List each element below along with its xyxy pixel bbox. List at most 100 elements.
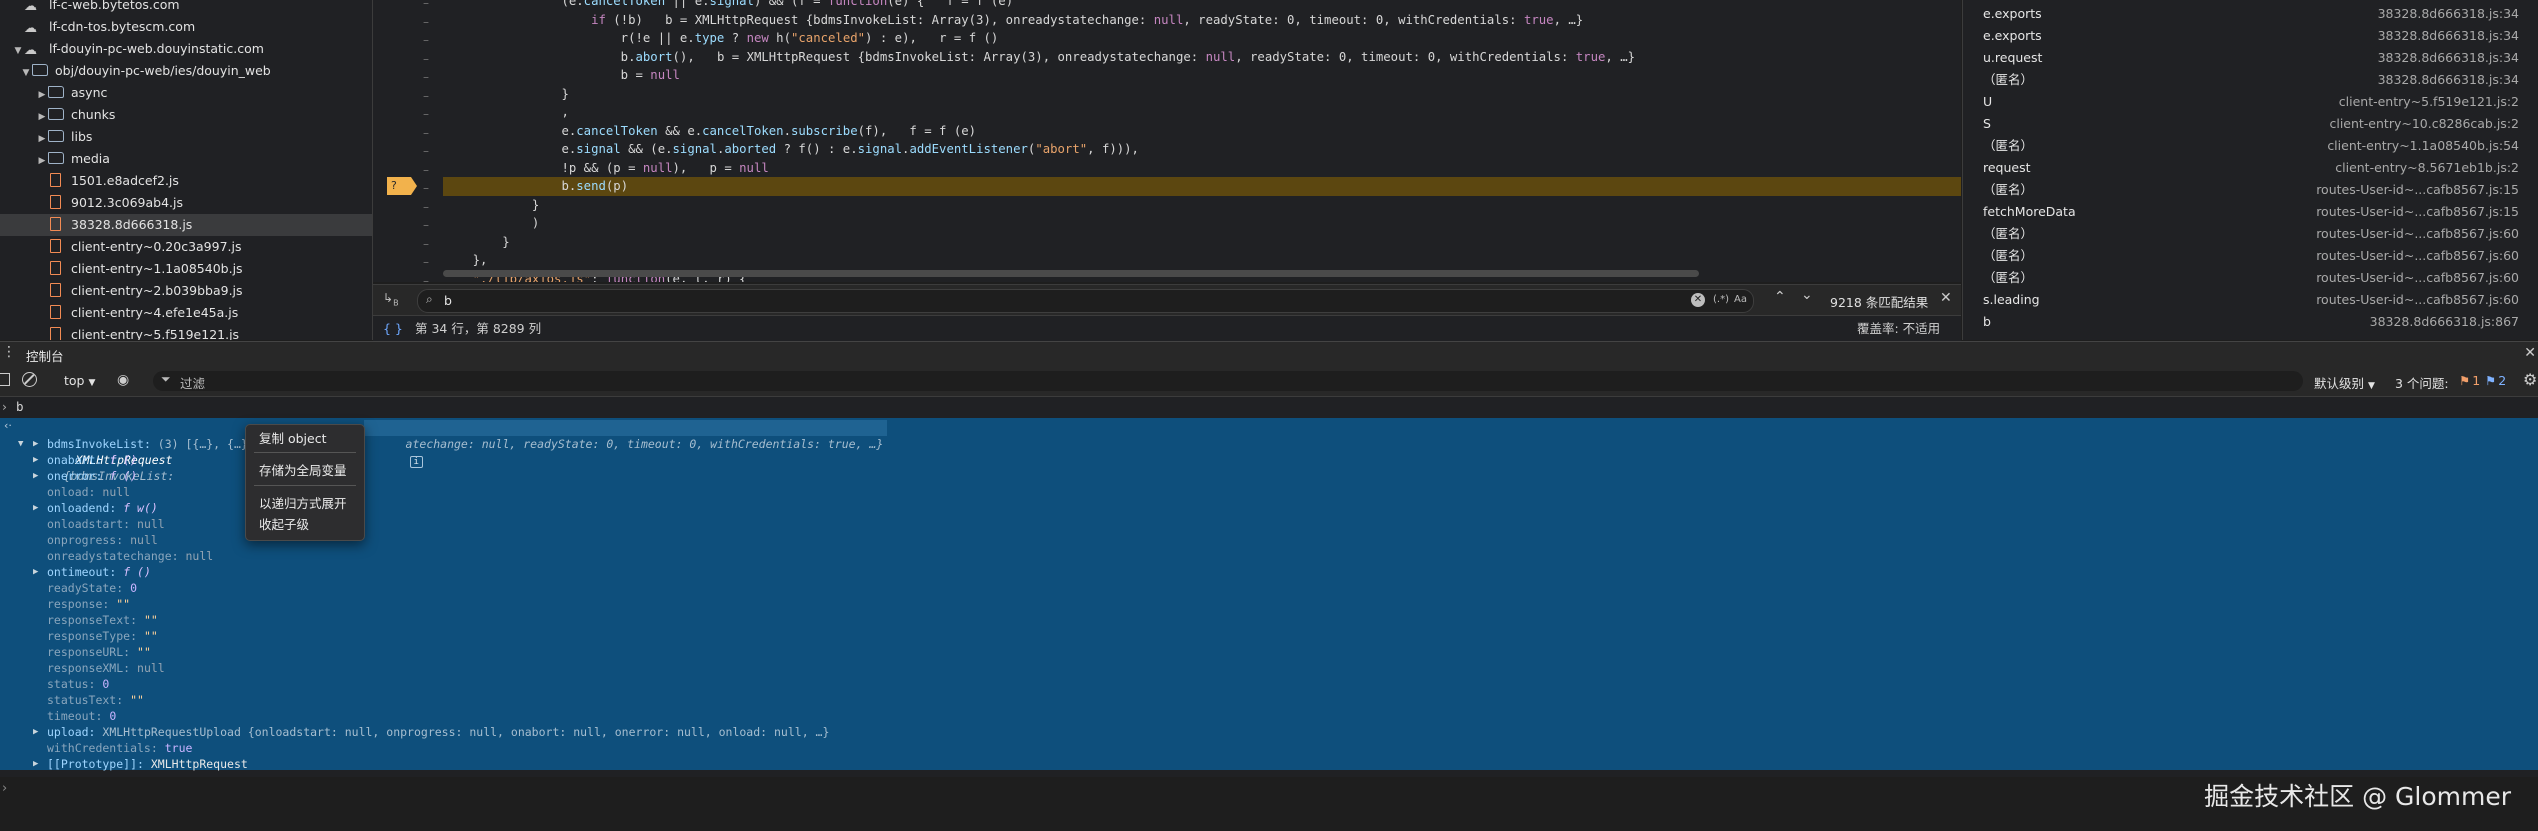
next-match-icon[interactable]: ⌄ xyxy=(1801,287,1813,303)
file-tree-item[interactable]: client-entry~2.b039bba9.js xyxy=(0,280,372,302)
file-tree-item[interactable]: 9012.3c069ab4.js xyxy=(0,192,372,214)
menu-collapse-children[interactable]: 收起子级 xyxy=(259,515,309,535)
search-box[interactable]: ⌕ b ✕ (.*) Aa xyxy=(417,289,1754,313)
collapse-triangle-icon[interactable]: ▼ xyxy=(18,436,23,452)
code-editor[interactable]: –––––––––––––––––? (e.cancelToken || e.s… xyxy=(373,0,1961,282)
info-issues-badge[interactable]: ⚑ 2 xyxy=(2485,373,2506,388)
code-line[interactable]: e.cancelToken && e.cancelToken.subscribe… xyxy=(443,122,1961,141)
object-header[interactable]: ▼ XMLHttpRequest {bdmsInvokeList: xyxy=(18,420,174,483)
call-frame[interactable]: e.exports 38328.8d666318.js:34 xyxy=(1963,25,2538,47)
chevron-right-icon[interactable]: ▶ xyxy=(36,128,48,150)
call-frame[interactable]: fetchMoreData routes-User-id~...cafb8567.… xyxy=(1963,201,2538,223)
line-gutter[interactable]: –––––––––––––––––? xyxy=(373,0,443,282)
expand-triangle-icon[interactable]: ▶ xyxy=(33,724,38,740)
coverage-status[interactable]: 覆盖率: 不适用 xyxy=(1857,316,1940,342)
expand-triangle-icon[interactable]: ▶ xyxy=(33,436,38,452)
clear-search-icon[interactable]: ✕ xyxy=(1691,293,1705,307)
issues-label[interactable]: 3 个问题: xyxy=(2395,373,2449,392)
call-frame[interactable]: （匿名） routes-User-id~...cafb8567.js:60 xyxy=(1963,267,2538,289)
filter-box[interactable]: ⏷ 过滤 xyxy=(153,371,2303,391)
drawer-menu-icon[interactable]: ⋮ xyxy=(2,344,16,360)
file-tree-item[interactable]: client-entry~5.f519e121.js xyxy=(0,324,372,340)
paused-code-line[interactable]: b.send(p) xyxy=(443,177,1961,196)
object-property[interactable]: ▶ onerror: f () xyxy=(33,468,137,484)
chevron-down-icon[interactable]: ▼ xyxy=(12,40,24,62)
code-line[interactable]: (e.cancelToken || e.signal) && (f = func… xyxy=(443,0,1961,11)
regex-toggle[interactable]: (.*) xyxy=(1713,294,1729,305)
call-frame[interactable]: （匿名） client-entry~1.1a08540b.js:54 xyxy=(1963,135,2538,157)
call-frame[interactable]: （匿名） 38328.8d666318.js:34 xyxy=(1963,69,2538,91)
search-input[interactable]: b xyxy=(444,293,452,308)
file-tree-item[interactable]: client-entry~4.efe1e45a.js xyxy=(0,302,372,324)
file-tree-item[interactable]: client-entry~1.1a08540b.js xyxy=(0,258,372,280)
call-frame[interactable]: （匿名） routes-User-id~...cafb8567.js:60 xyxy=(1963,245,2538,267)
chevron-right-icon[interactable]: ▶ xyxy=(36,150,48,172)
chevron-right-icon[interactable]: ▶ xyxy=(36,106,48,128)
file-tree-item[interactable]: ▶ chunks xyxy=(0,104,372,126)
horizontal-scrollbar[interactable] xyxy=(443,270,1699,277)
code-line[interactable]: b = null xyxy=(443,66,1961,85)
console-prompt-area[interactable]: › xyxy=(0,777,2538,831)
breakpoint-marker[interactable]: ? xyxy=(387,177,417,195)
gutter-marker[interactable]: – xyxy=(423,270,435,283)
console-log[interactable]: › b ‹· ▼ XMLHttpRequest {bdmsInvokeList:… xyxy=(0,397,2538,777)
call-frame[interactable]: b 38328.8d666318.js:867 xyxy=(1963,311,2538,333)
info-badge[interactable]: i xyxy=(409,456,423,468)
code-line[interactable]: !p && (p = null), p = null xyxy=(443,159,1961,178)
object-property[interactable]: ▶ [[Prototype]]: XMLHttpRequest xyxy=(33,756,248,772)
eye-icon[interactable]: ◉ xyxy=(117,372,129,388)
code-line[interactable]: } xyxy=(443,196,1961,215)
code-line[interactable]: }, xyxy=(443,251,1961,270)
call-frame[interactable]: s.leading routes-User-id~...cafb8567.js:6… xyxy=(1963,289,2538,311)
gear-icon[interactable]: ⚙ xyxy=(2523,370,2537,389)
case-toggle[interactable]: Aa xyxy=(1734,294,1747,305)
expand-triangle-icon[interactable]: ▶ xyxy=(33,452,38,468)
clear-console-icon[interactable] xyxy=(22,372,37,387)
call-frame[interactable]: e.exports 38328.8d666318.js:34 xyxy=(1963,3,2538,25)
menu-expand-recursively[interactable]: 以递归方式展开 xyxy=(259,494,347,514)
file-tree-item[interactable]: ▶ async xyxy=(0,82,372,104)
file-tree-item[interactable]: ▶ libs xyxy=(0,126,372,148)
log-level-selector[interactable]: 默认级别 ▼ xyxy=(2314,373,2375,392)
object-property[interactable]: ▶ ontimeout: f () xyxy=(33,564,151,580)
search-toggle-icon[interactable]: ↳B xyxy=(383,291,399,307)
sidebar-toggle-icon[interactable] xyxy=(0,373,10,386)
file-tree-item[interactable]: 1501.e8adcef2.js xyxy=(0,170,372,192)
call-frame[interactable]: Uclient-entry~5.f519e121.js:2 xyxy=(1963,91,2538,113)
code-line[interactable]: ) xyxy=(443,214,1961,233)
expand-triangle-icon[interactable]: ▶ xyxy=(33,564,38,580)
file-tree-item[interactable]: ▶ media xyxy=(0,148,372,170)
file-tree-item[interactable]: ☁ lf-c-web.bytetos.com xyxy=(0,0,372,16)
close-search-icon[interactable]: ✕ xyxy=(1940,290,1952,306)
call-frame[interactable]: request client-entry~8.5671eb1b.js:2 xyxy=(1963,157,2538,179)
code-line[interactable]: , xyxy=(443,103,1961,122)
code-line[interactable]: if (!b) b = XMLHttpRequest {bdmsInvokeLi… xyxy=(443,11,1961,30)
expand-triangle-icon[interactable]: ▶ xyxy=(33,756,38,772)
chevron-down-icon[interactable]: ▼ xyxy=(20,62,32,84)
file-tree-item[interactable]: ▼ ☁ lf-douyin-pc-web.douyinstatic.com xyxy=(0,38,372,60)
menu-copy-object[interactable]: 复制 object xyxy=(259,429,327,449)
call-frame[interactable]: （匿名） routes-User-id~...cafb8567.js:15 xyxy=(1963,179,2538,201)
close-drawer-icon[interactable]: ✕ xyxy=(2524,345,2536,361)
object-property[interactable]: ▶ upload: XMLHttpRequestUpload {onloadsta… xyxy=(33,724,829,740)
object-property[interactable]: ▶ onabort: f () xyxy=(33,452,137,468)
call-frame[interactable]: u.request 38328.8d666318.js:34 xyxy=(1963,47,2538,69)
file-tree-item[interactable]: ▼ obj/douyin-pc-web/ies/douyin_web xyxy=(0,60,372,82)
pretty-print-icon[interactable]: { } xyxy=(383,316,403,342)
expand-triangle-icon[interactable]: ▶ xyxy=(33,468,38,484)
code-line[interactable]: } xyxy=(443,233,1961,252)
previous-match-icon[interactable]: ⌃ xyxy=(1774,289,1786,305)
expand-triangle-icon[interactable]: ▶ xyxy=(33,500,38,516)
file-tree-item[interactable]: 38328.8d666318.js xyxy=(0,214,372,236)
file-tree-item[interactable]: ☁ lf-cdn-tos.bytescm.com xyxy=(0,16,372,38)
file-tree-item[interactable]: client-entry~0.20c3a997.js xyxy=(0,236,372,258)
code-line[interactable]: r(!e || e.type ? new h("canceled") : e),… xyxy=(443,29,1961,48)
code-line[interactable]: } xyxy=(443,85,1961,104)
warning-issues-badge[interactable]: ⚑ 1 xyxy=(2459,373,2480,388)
context-selector[interactable]: top ▼ xyxy=(64,373,95,388)
object-property[interactable]: ▶ bdmsInvokeList: (3) [{…}, {…}, xyxy=(33,436,255,452)
code-line[interactable]: b.abort(), b = XMLHttpRequest {bdmsInvok… xyxy=(443,48,1961,67)
object-property[interactable]: ▶ onloadend: f w() xyxy=(33,500,158,516)
filter-input[interactable]: 过滤 xyxy=(180,373,205,392)
code-line[interactable]: e.signal && (e.signal.aborted ? f() : e.… xyxy=(443,140,1961,159)
